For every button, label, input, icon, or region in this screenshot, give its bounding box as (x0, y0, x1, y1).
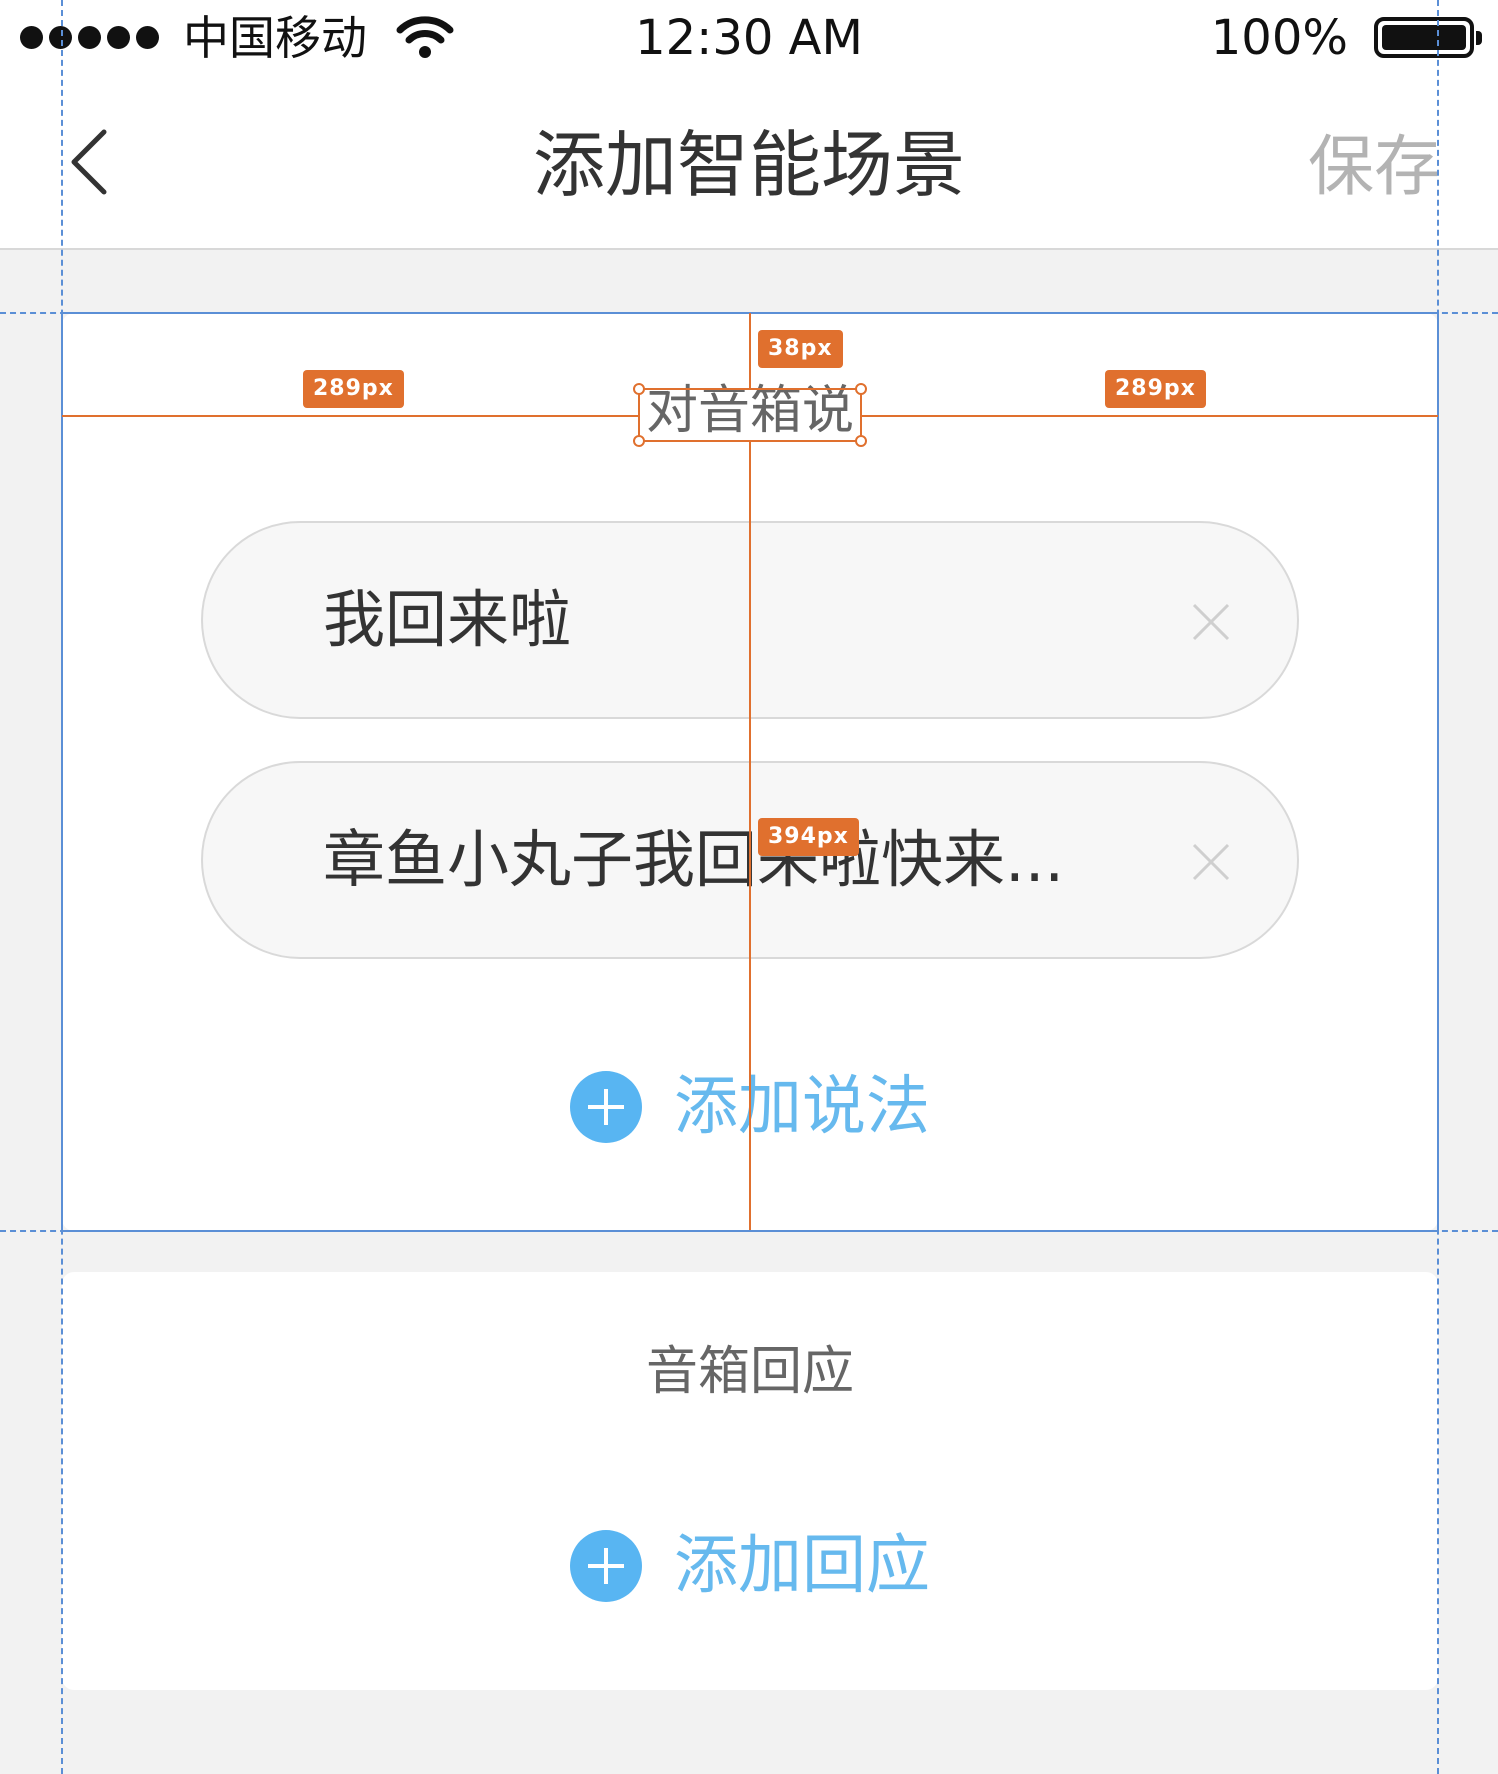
save-button[interactable]: 保存 (1308, 122, 1440, 212)
close-icon[interactable] (1191, 602, 1231, 642)
measure-label-left: 289px (303, 370, 404, 408)
add-phrase-label: 添加说法 (674, 1070, 930, 1144)
measure-line-bottom (749, 442, 751, 1230)
measure-label-right: 289px (1105, 370, 1206, 408)
add-response-label: 添加回应 (674, 1529, 930, 1603)
phrase-text: 章鱼小丸子我回来啦快来... (323, 823, 1065, 896)
plus-circle-icon (570, 1530, 642, 1602)
navigation-bar: 添加智能场景 保存 (0, 80, 1498, 250)
phrase-text: 我回来啦 (323, 583, 572, 656)
measure-label-top: 38px (758, 330, 843, 368)
response-section-title: 音箱回应 (645, 1342, 854, 1402)
close-icon[interactable] (1191, 842, 1231, 882)
guide-line-vertical (1437, 0, 1439, 1774)
page-title: 添加智能场景 (532, 123, 965, 207)
battery-icon (1374, 17, 1482, 58)
guide-line-vertical (61, 0, 63, 1774)
guide-line-horizontal (0, 1230, 1498, 1232)
battery-percentage: 100% (1210, 10, 1348, 66)
speaker-response-card: 音箱回应 添加回应 (62, 1272, 1438, 1690)
status-bar: 中国移动 12:30 AM 100% (0, 0, 1498, 80)
measure-line-right (862, 415, 1438, 417)
measure-line-top (749, 313, 751, 388)
add-response-button[interactable]: 添加回应 (62, 1526, 1438, 1606)
measure-line-left (62, 415, 638, 417)
plus-circle-icon (570, 1071, 642, 1143)
selected-text-outline (633, 383, 867, 447)
measure-label-bottom: 394px (758, 818, 859, 856)
